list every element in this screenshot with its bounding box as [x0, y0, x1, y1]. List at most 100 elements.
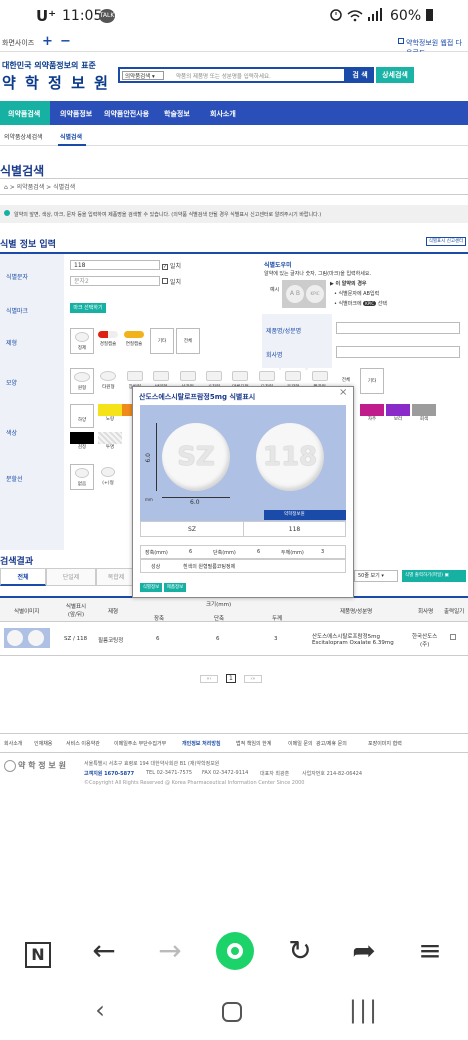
- battery-percent: 60%: [390, 8, 422, 24]
- form-tablet[interactable]: 정제: [70, 328, 94, 354]
- label-product: 제품명/성분명: [266, 328, 302, 335]
- page-prev-button[interactable]: «‹: [200, 675, 218, 683]
- row-name-link[interactable]: 산도스에스시탈로프람정5mg: [312, 632, 380, 640]
- identify-info-button[interactable]: 식별정보: [140, 583, 162, 592]
- talk-icon: TALK: [99, 9, 115, 23]
- form-hard-capsule-label: 경질캡슐: [99, 342, 117, 347]
- search-input[interactable]: 약품의 제품명 또는 성분명을 입력하세요.: [176, 72, 271, 80]
- exact-match-1[interactable]: ✓ 일치: [162, 261, 181, 270]
- form-other[interactable]: 기타: [150, 328, 174, 354]
- table-row[interactable]: SZ / 118 필름코팅정 6 6 3 산도스에스시탈로프람정5mg Esci…: [0, 622, 468, 656]
- shape-round[interactable]: 원형: [70, 368, 94, 394]
- footer-link[interactable]: 회사소개: [4, 740, 22, 747]
- excel-print-label: 식별 출력하기(파일): [405, 573, 444, 578]
- per-page-select[interactable]: 50줄 보기 ▾: [354, 570, 398, 582]
- nav-item-about[interactable]: 회사소개: [210, 109, 236, 119]
- menu-icon[interactable]: ≡: [410, 934, 450, 967]
- text-input-front[interactable]: 118: [70, 260, 160, 270]
- color-magenta-label: 자주: [367, 417, 377, 422]
- pill-image[interactable]: SZ 118 6.0 mm 6.0 약학정보원: [140, 405, 346, 523]
- footer-link[interactable]: 이메일주소 무단수집거부: [114, 740, 166, 747]
- shape-round-label: 원형: [77, 386, 87, 391]
- subnav-detail-search[interactable]: 의약품상세검색: [4, 132, 43, 141]
- home-icon[interactable]: ⌂: [4, 184, 8, 191]
- zoom-in-button[interactable]: +: [42, 34, 53, 49]
- shape-round-icon: [74, 372, 90, 382]
- back-arrow-icon[interactable]: ←: [84, 934, 124, 967]
- product-name-input[interactable]: [336, 322, 460, 334]
- search-category-select[interactable]: 의약품검색 ▾: [122, 71, 164, 80]
- row-long: 6: [156, 636, 160, 642]
- share-icon[interactable]: ➦: [344, 934, 384, 967]
- excel-print-button[interactable]: 식별 출력하기(파일) ▣: [402, 570, 466, 582]
- detail-search-button[interactable]: 상세검색: [376, 67, 414, 83]
- footer-link[interactable]: 인재채용: [34, 740, 52, 747]
- subnav-identify-search[interactable]: 식별검색: [60, 132, 82, 141]
- color-purple-swatch: [386, 404, 410, 416]
- popup-prop-row: 성상 흰색의 원형필름코팅정제: [140, 559, 346, 573]
- color-white-label: 하양: [77, 418, 87, 423]
- color-magenta-swatch: [360, 404, 384, 416]
- nav-item-drug-safety[interactable]: 의약품안전사용: [104, 109, 149, 119]
- th-thick: 두께: [272, 616, 283, 622]
- system-back-icon[interactable]: ‹: [80, 996, 120, 1024]
- product-info-button[interactable]: 제품정보: [164, 583, 186, 592]
- mark-select-button[interactable]: 마크 선택하기: [70, 303, 106, 313]
- form-soft-capsule-label: 연질캡슐: [125, 342, 143, 347]
- pill-thumbnail[interactable]: [4, 628, 50, 648]
- color-white[interactable]: 하양: [70, 404, 94, 428]
- system-recents-icon[interactable]: |||: [344, 996, 384, 1024]
- home-green-icon[interactable]: [216, 932, 254, 970]
- form-soft-capsule[interactable]: 연질캡슐: [122, 328, 146, 354]
- forward-arrow-icon[interactable]: →: [150, 934, 190, 967]
- tab-single[interactable]: 단일제: [46, 568, 96, 586]
- color-gray-label: 회색: [419, 417, 429, 422]
- text-input-back[interactable]: 문자2: [70, 276, 160, 286]
- footer-link[interactable]: 개인정보 처리방침: [182, 740, 221, 747]
- color-clear[interactable]: 투명: [98, 432, 122, 456]
- footer-link[interactable]: 법적 책임의 한계: [236, 740, 271, 747]
- page-next-button[interactable]: ›»: [243, 675, 262, 683]
- color-gray[interactable]: 회색: [412, 404, 436, 428]
- tab-all[interactable]: 전체: [0, 568, 46, 586]
- color-magenta[interactable]: 자주: [360, 404, 384, 428]
- line-plus[interactable]: (+)형: [96, 464, 120, 490]
- tab-combo[interactable]: 복합제: [96, 568, 136, 586]
- line-none[interactable]: 없음: [70, 464, 94, 490]
- color-orange[interactable]: [122, 404, 132, 416]
- breadcrumb-item[interactable]: 의약품검색: [17, 184, 45, 191]
- popup-dims-row: 장축(mm) 6 단축(mm) 6 두께(mm) 3: [140, 545, 346, 559]
- color-yellow[interactable]: 노랑: [98, 404, 122, 428]
- refresh-icon[interactable]: ↻: [280, 934, 320, 967]
- footer-link[interactable]: 포장이미지 협력: [368, 740, 402, 747]
- system-home-icon[interactable]: [222, 1002, 242, 1022]
- site-logo[interactable]: 약 학 정 보 원: [2, 72, 110, 93]
- shape-oval[interactable]: 타원형: [96, 368, 121, 394]
- zoom-out-button[interactable]: −: [60, 34, 71, 49]
- shape-other[interactable]: 기타: [360, 368, 384, 394]
- row-print-checkbox[interactable]: [450, 634, 456, 640]
- report-center-button[interactable]: 식별표시 신고센터: [426, 237, 466, 246]
- color-black[interactable]: 검정: [70, 432, 94, 456]
- status-bar: U⁺ 11:05 TALK 60%: [0, 0, 468, 32]
- nav-item-drug-search[interactable]: 의약품검색: [8, 109, 40, 119]
- notice-text: 알약의 앞면, 색상, 마크, 문자 등을 입력하여 제품명을 검색할 수 있습…: [14, 212, 322, 218]
- help-item-1: ▶ 이 알약의 경우: [330, 281, 367, 287]
- nav-item-drug-info[interactable]: 의약품정보: [60, 109, 92, 119]
- form-all[interactable]: 전체: [176, 328, 200, 354]
- company-input[interactable]: [336, 346, 460, 358]
- exact-match-2[interactable]: 일치: [162, 277, 181, 286]
- nav-item-academic[interactable]: 학술정보: [164, 109, 190, 119]
- form-all-label: 전체: [183, 339, 193, 344]
- form-hard-capsule[interactable]: 경질캡슐: [96, 328, 120, 354]
- footer-bizno: 사업자번호 214-82-06424: [302, 771, 363, 777]
- footer-link[interactable]: 이메일 문의: [288, 740, 313, 747]
- popup-close-icon[interactable]: ×: [339, 387, 347, 398]
- footer-link[interactable]: 서비스 이용약관: [66, 740, 100, 747]
- naver-icon[interactable]: N: [18, 934, 58, 968]
- footer-link[interactable]: 광고/제휴 문의: [316, 740, 347, 747]
- color-purple[interactable]: 보라: [386, 404, 410, 428]
- th-form: 제형: [108, 609, 119, 615]
- search-button[interactable]: 검 색: [346, 67, 374, 83]
- page-number-current[interactable]: 1: [225, 674, 236, 683]
